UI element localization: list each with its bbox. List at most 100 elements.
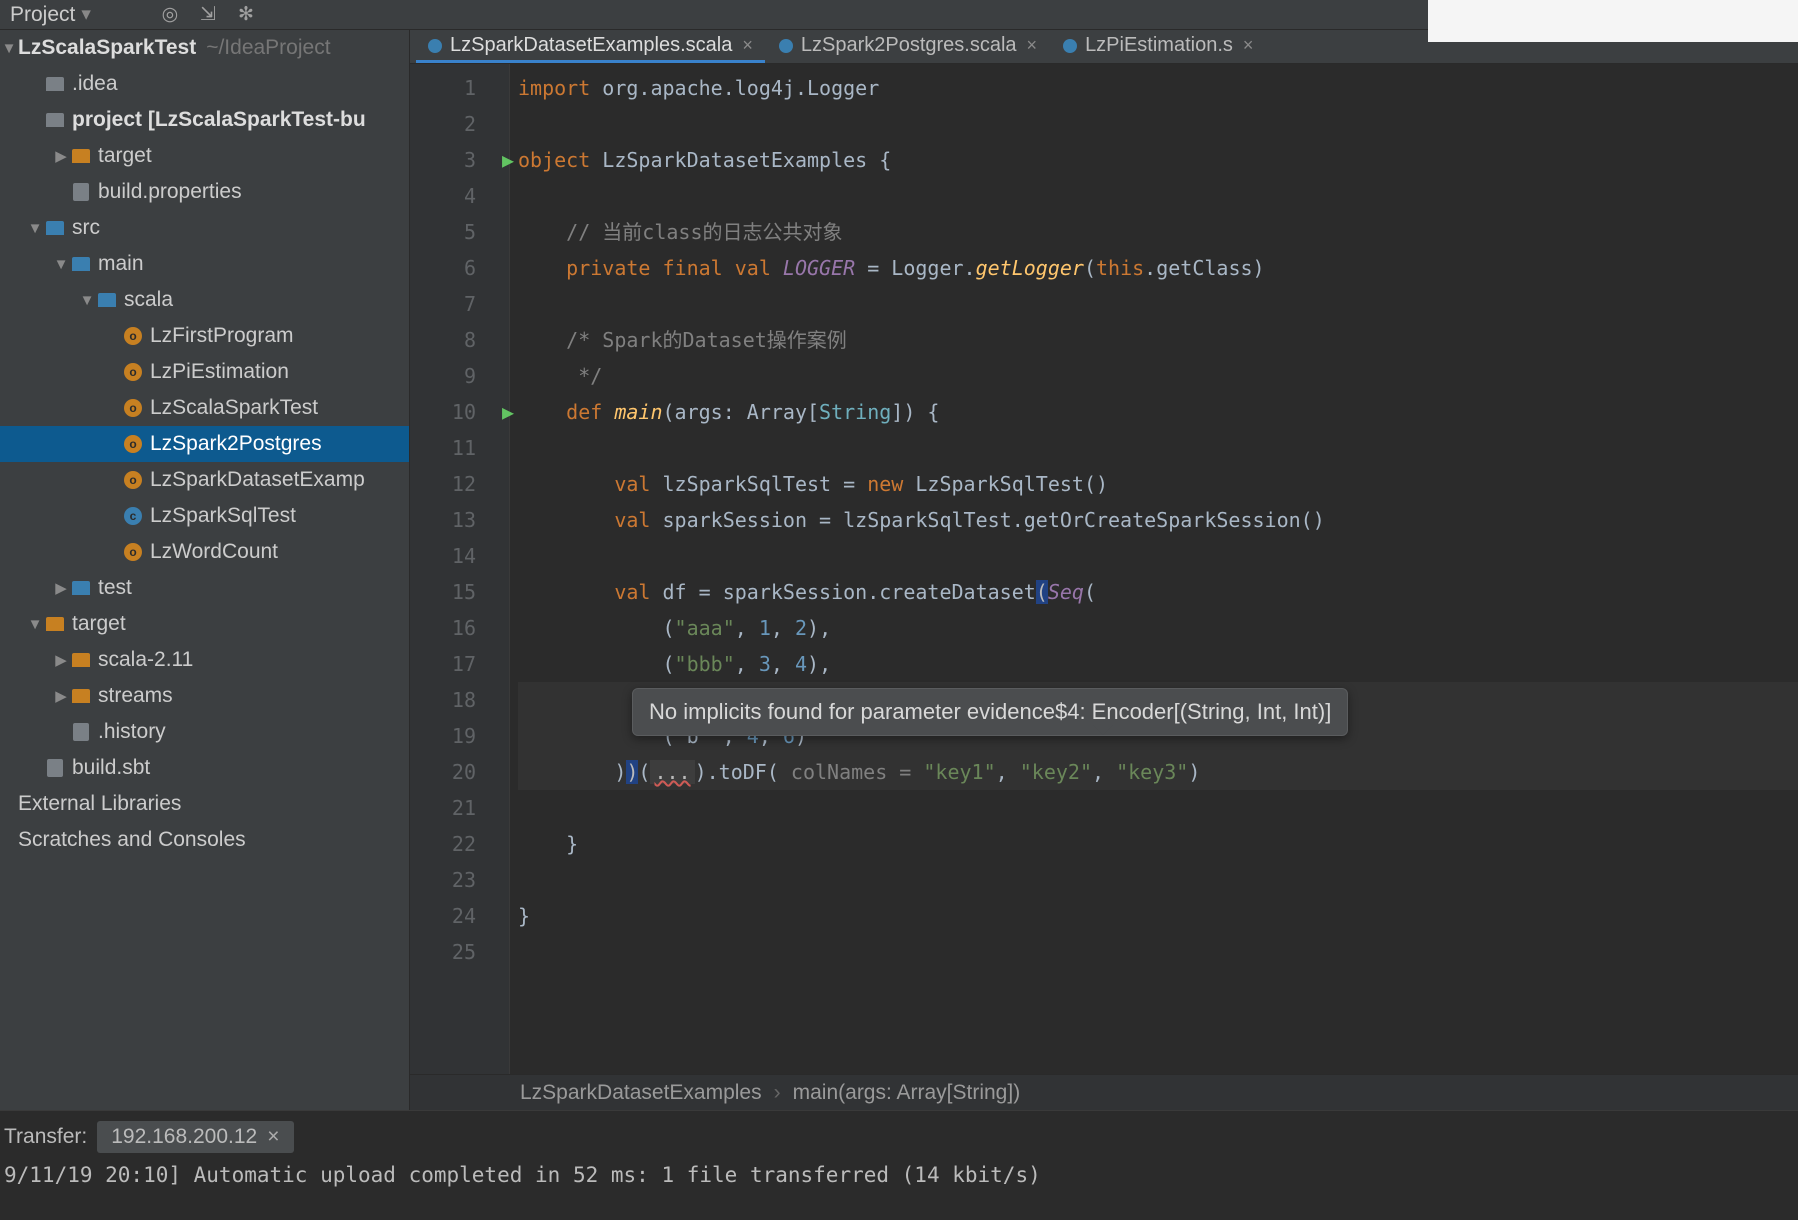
tree-node[interactable]: ▼ scala — [0, 282, 409, 318]
tree-node[interactable]: ▶streams — [0, 678, 409, 714]
line-number[interactable]: 23 — [410, 862, 492, 898]
tree-node[interactable]: c LzSparkSqlTest — [0, 498, 409, 534]
line-number[interactable]: 22 — [410, 826, 492, 862]
tree-arrow-icon[interactable]: ▶ — [52, 651, 70, 669]
close-icon[interactable]: × — [1243, 35, 1254, 56]
tree-node[interactable]: ▶scala-2.11 — [0, 642, 409, 678]
tree-arrow-icon[interactable]: ▼ — [52, 256, 70, 273]
tree-node[interactable]: ▼main — [0, 246, 409, 282]
scala-object-icon: o — [122, 397, 144, 419]
tree-label: target — [98, 144, 152, 168]
line-number[interactable]: 21 — [410, 790, 492, 826]
project-tree[interactable]: ▼ LzScalaSparkTest ~/IdeaProject .idea pr… — [0, 30, 410, 1110]
code-area[interactable]: import import org.apache.log4j.Loggerorg… — [510, 64, 1798, 1074]
tree-arrow-icon[interactable]: ▼ — [26, 616, 44, 633]
tree-label: scala — [124, 288, 173, 312]
gear-icon[interactable]: ✻ — [233, 2, 259, 28]
tree-label: test — [98, 576, 132, 600]
tree-arrow-icon[interactable]: ▼ — [26, 220, 44, 237]
tree-node[interactable]: .history — [0, 714, 409, 750]
line-number[interactable]: 9 — [410, 358, 492, 394]
tree-node[interactable]: ▼target — [0, 606, 409, 642]
line-number[interactable]: 8 — [410, 322, 492, 358]
line-number[interactable]: 15 — [410, 574, 492, 610]
breadcrumb[interactable]: LzSparkDatasetExamples › main(args: Arra… — [410, 1074, 1798, 1110]
editor-tab[interactable]: LzPiEstimation.s× — [1051, 31, 1265, 63]
folder-icon — [44, 217, 66, 239]
white-overlay — [1428, 0, 1798, 42]
line-number[interactable]: 18 — [410, 682, 492, 718]
tree-node[interactable]: build.properties — [0, 174, 409, 210]
tree-label: LzPiEstimation — [150, 360, 289, 384]
close-icon[interactable]: × — [742, 35, 753, 56]
transfer-label: Transfer: — [4, 1125, 87, 1149]
line-number[interactable]: 1 — [410, 70, 492, 106]
project-root[interactable]: LzScalaSparkTest — [18, 36, 196, 60]
line-gutter[interactable]: 1234567891011121314151617181920212223242… — [410, 64, 492, 1074]
close-icon[interactable]: × — [1027, 35, 1038, 56]
editor-tab[interactable]: LzSparkDatasetExamples.scala× — [416, 31, 765, 63]
tree-node[interactable]: Scratches and Consoles — [0, 822, 409, 858]
tree-node[interactable]: oLzScalaSparkTest — [0, 390, 409, 426]
tree-node[interactable]: project [LzScalaSparkTest-bu — [0, 102, 409, 138]
target-icon[interactable]: ◎ — [157, 2, 183, 28]
line-number[interactable]: 19 — [410, 718, 492, 754]
line-number[interactable]: 16 — [410, 610, 492, 646]
line-number[interactable]: 5 — [410, 214, 492, 250]
line-number[interactable]: 3 — [410, 142, 492, 178]
tree-arrow-icon[interactable]: ▶ — [52, 579, 70, 597]
tree-node[interactable]: ▼src — [0, 210, 409, 246]
tree-arrow-icon[interactable]: ▼ — [78, 292, 96, 309]
scala-object-icon: o — [122, 469, 144, 491]
line-number[interactable]: 10 — [410, 394, 492, 430]
tree-arrow-icon[interactable]: ▶ — [52, 687, 70, 705]
line-number[interactable]: 11 — [410, 430, 492, 466]
tree-label: LzWordCount — [150, 540, 278, 564]
line-number[interactable]: 17 — [410, 646, 492, 682]
scala-object-icon: o — [122, 541, 144, 563]
line-number[interactable]: 25 — [410, 934, 492, 970]
tree-label: .history — [98, 720, 166, 744]
tree-node[interactable]: oLzPiEstimation — [0, 354, 409, 390]
tree-node[interactable]: .idea — [0, 66, 409, 102]
tree-node[interactable]: External Libraries — [0, 786, 409, 822]
tree-node[interactable]: build.sbt — [0, 750, 409, 786]
tab-label: LzSpark2Postgres.scala — [801, 34, 1017, 57]
tree-node[interactable]: ▶ test — [0, 570, 409, 606]
tree-arrow-icon[interactable]: ▶ — [52, 147, 70, 165]
line-number[interactable]: 13 — [410, 502, 492, 538]
line-number[interactable]: 6 — [410, 250, 492, 286]
breadcrumb-method[interactable]: main(args: Array[String]) — [793, 1081, 1021, 1105]
tree-node[interactable]: o LzWordCount — [0, 534, 409, 570]
tree-label: .idea — [72, 72, 118, 96]
project-root-path: ~/IdeaProject — [206, 36, 330, 60]
tree-node[interactable]: oLzFirstProgram — [0, 318, 409, 354]
line-number[interactable]: 2 — [410, 106, 492, 142]
breadcrumb-class[interactable]: LzSparkDatasetExamples — [520, 1081, 762, 1105]
tree-node[interactable]: oLzSpark2Postgres — [0, 426, 409, 462]
console-log-line: 9/11/19 20:10] Automatic upload complete… — [4, 1163, 1794, 1187]
collapse-icon[interactable]: ⇲ — [195, 2, 221, 28]
fold-gutter[interactable] — [492, 64, 510, 1074]
scala-class-icon: c — [122, 505, 144, 527]
tree-node[interactable]: oLzSparkDatasetExamp — [0, 462, 409, 498]
line-number[interactable]: 4 — [410, 178, 492, 214]
line-number[interactable]: 14 — [410, 538, 492, 574]
transfer-host-tab[interactable]: 192.168.200.12× — [97, 1121, 293, 1153]
project-dropdown[interactable]: Project — [10, 3, 75, 27]
folder-icon — [96, 289, 118, 311]
line-number[interactable]: 12 — [410, 466, 492, 502]
line-number[interactable]: 24 — [410, 898, 492, 934]
tree-label: project [LzScalaSparkTest-bu — [72, 108, 366, 132]
code-editor[interactable]: 1234567891011121314151617181920212223242… — [410, 64, 1798, 1074]
folder-icon — [44, 73, 66, 95]
line-number[interactable]: 7 — [410, 286, 492, 322]
chevron-down-icon[interactable]: ▼ — [0, 40, 18, 57]
close-icon[interactable]: × — [267, 1125, 279, 1149]
tree-label: LzSpark2Postgres — [150, 432, 322, 456]
tree-node[interactable]: ▶ target — [0, 138, 409, 174]
editor-tab[interactable]: LzSpark2Postgres.scala × — [767, 31, 1049, 63]
line-number[interactable]: 20 — [410, 754, 492, 790]
scala-file-icon — [428, 39, 442, 53]
tree-label: LzSparkSqlTest — [150, 504, 296, 528]
